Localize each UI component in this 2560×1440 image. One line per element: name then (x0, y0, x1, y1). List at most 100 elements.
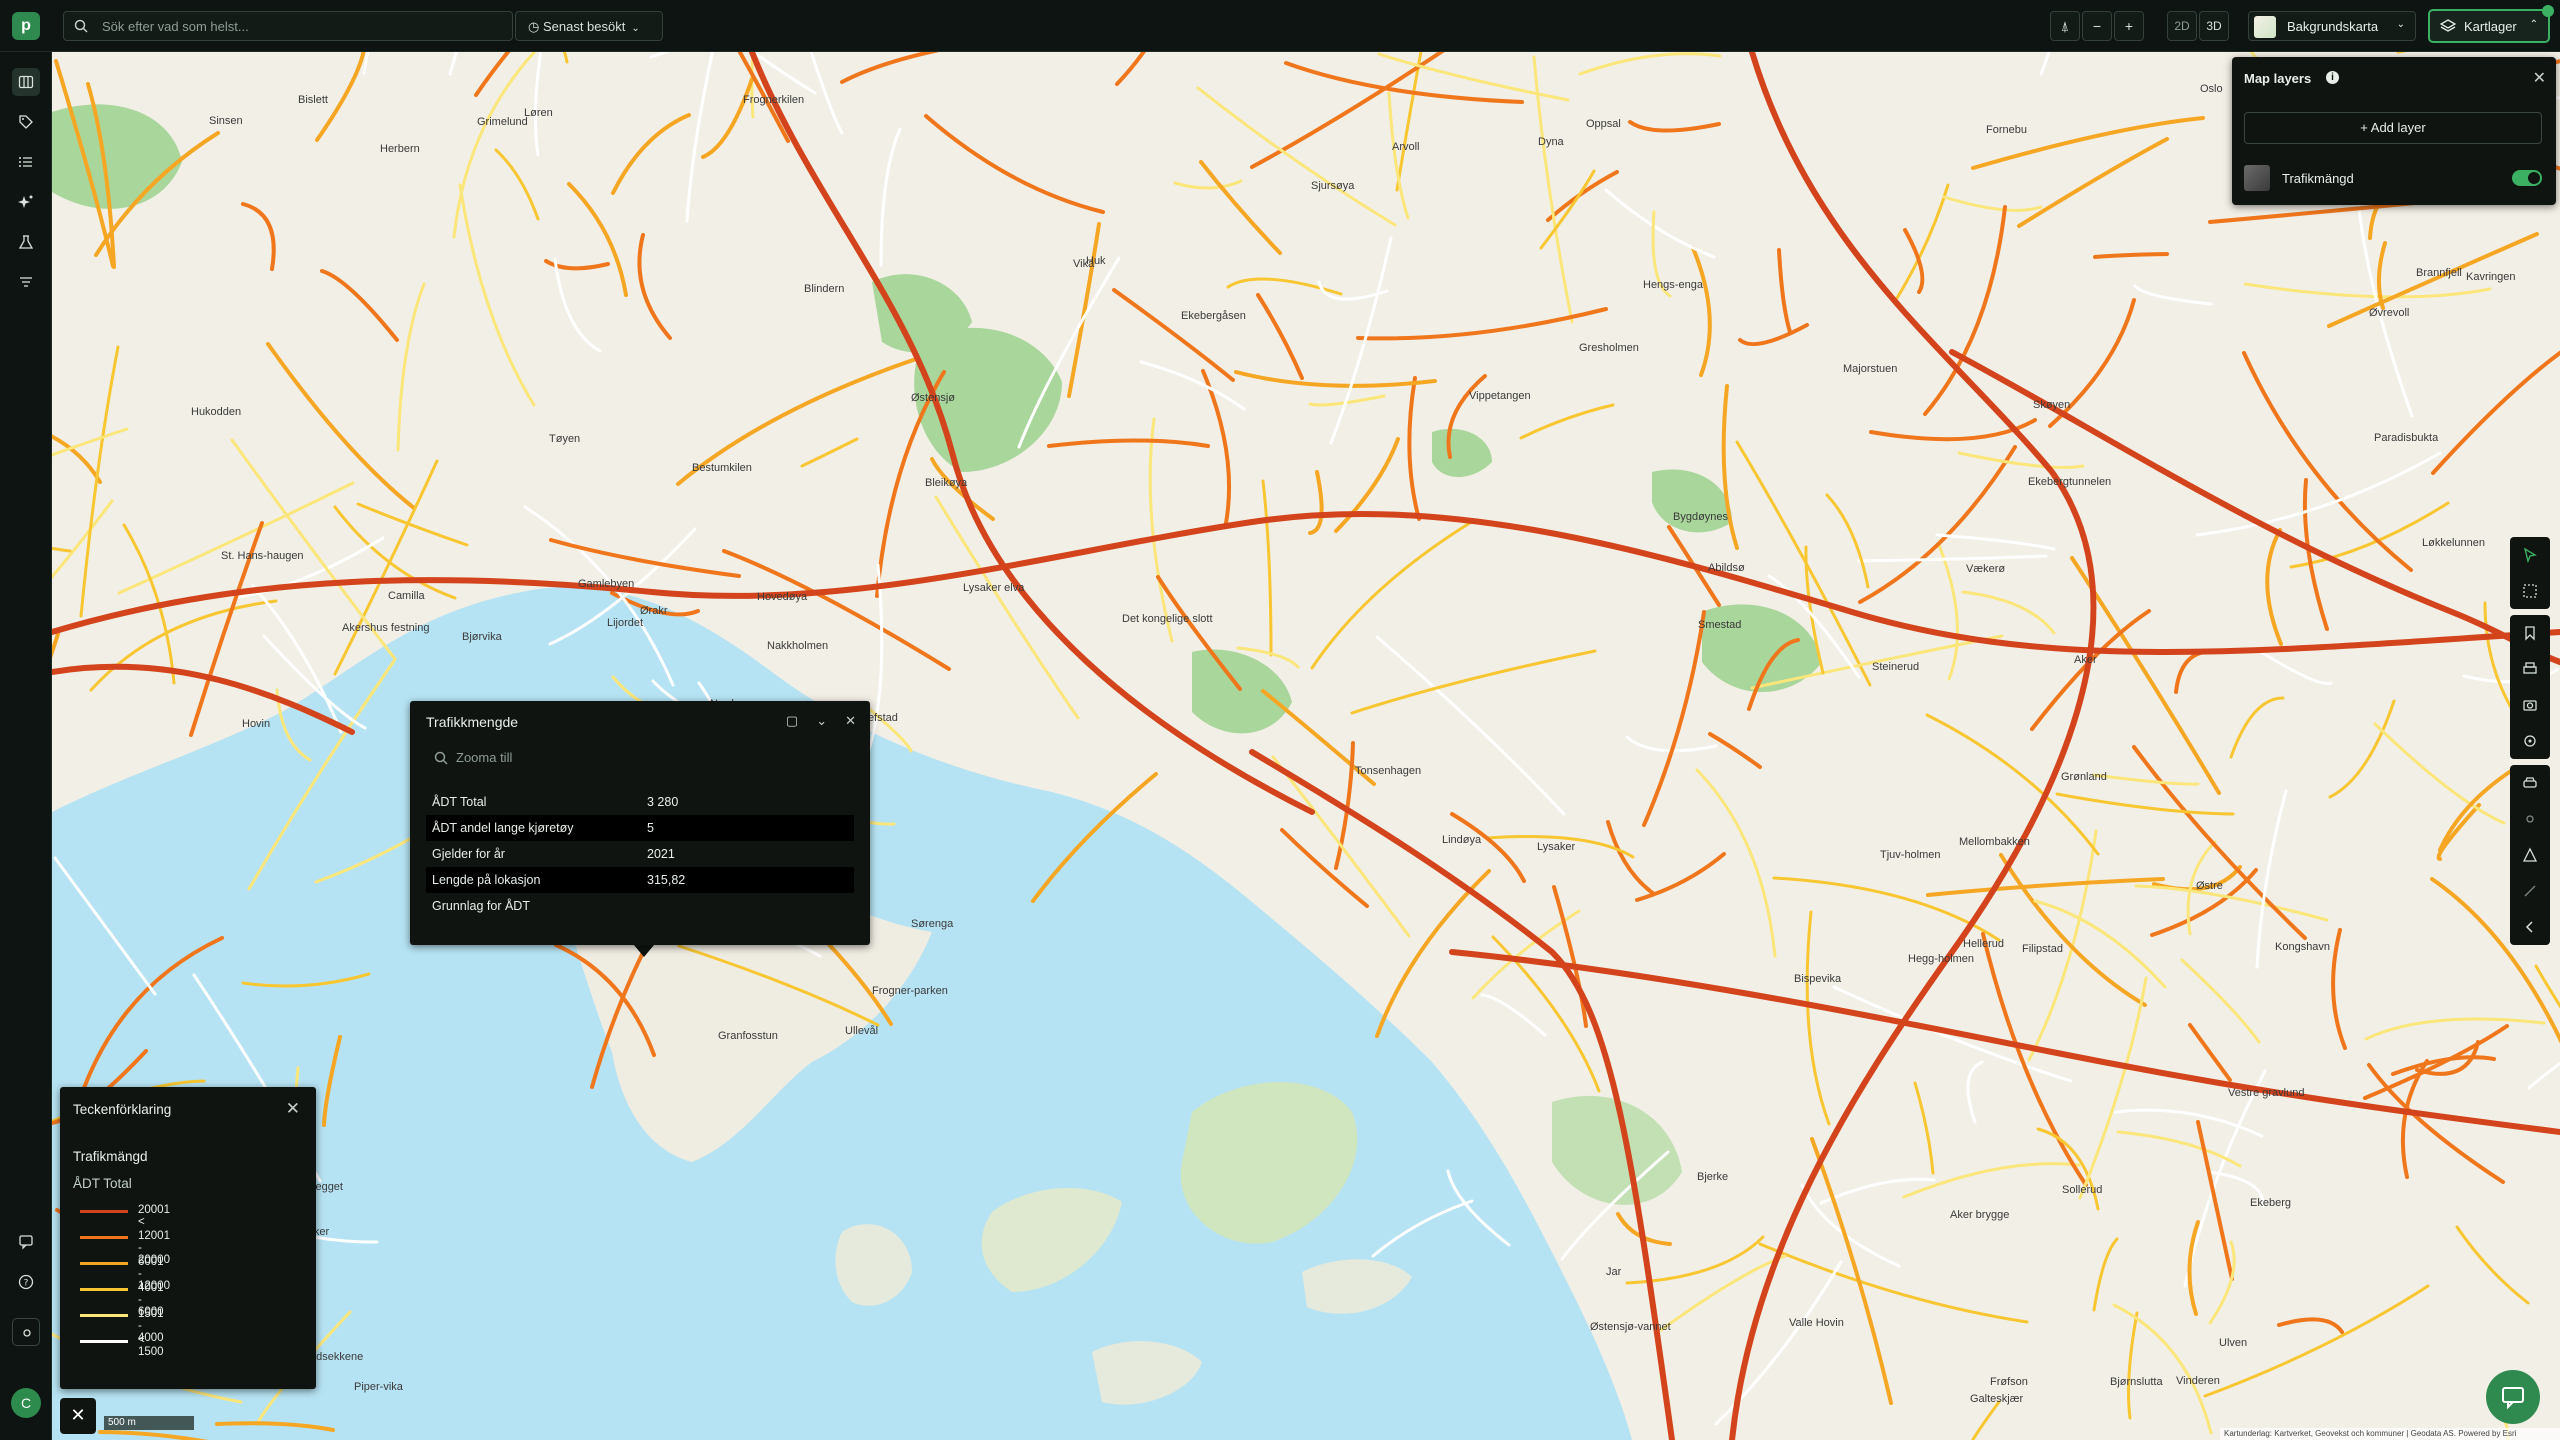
chat-icon (2502, 1387, 2524, 1410)
place-label: Oslo (2200, 83, 2223, 95)
table-row: ÅDT Total 3 280 (426, 789, 854, 815)
place-label: Skøyen (2033, 399, 2070, 411)
draw-tool-button[interactable] (2510, 873, 2550, 909)
layer-visibility-toggle[interactable] (2512, 170, 2542, 186)
sidebar-item-list[interactable] (12, 148, 40, 176)
place-label: Ekeberg (2250, 1197, 2291, 1209)
chat-button[interactable] (2486, 1370, 2540, 1424)
sidebar-item-tags[interactable] (12, 108, 40, 136)
zoom-controls: ⍋ − + (2050, 11, 2144, 41)
sidebar-item-filter[interactable] (12, 268, 40, 296)
dock-icon[interactable]: ▢ (786, 713, 798, 729)
place-label: Sollerud (2062, 1184, 2102, 1196)
background-map-button[interactable]: Bakgrundskarta ⌄ (2248, 11, 2416, 41)
locate-icon (2524, 735, 2536, 747)
sidebar-item-ai[interactable] (12, 188, 40, 216)
app-logo[interactable]: p (12, 12, 40, 40)
place-label: Mellombakken (1959, 836, 2030, 848)
zoom-out-button[interactable]: − (2082, 11, 2112, 41)
place-label: Østre (2196, 880, 2223, 892)
box-select-icon (2523, 584, 2537, 598)
print-button[interactable] (2510, 651, 2550, 687)
layer-row[interactable]: Trafikmängd (2244, 163, 2542, 193)
map-icon (18, 75, 34, 89)
legend-label: 20001 < (138, 1204, 170, 1228)
zoom-to-label: Zooma till (456, 750, 513, 765)
close-icon[interactable]: ✕ (286, 1099, 300, 1119)
add-layer-button[interactable]: + Add layer (2244, 112, 2542, 144)
layers-panel-title: Map layers (2244, 71, 2312, 86)
view-3d-button[interactable]: 3D (2199, 11, 2229, 41)
place-label: St. Hans-haugen (221, 550, 304, 562)
sidebar-item-lab[interactable] (12, 228, 40, 256)
place-label: Sørenga (911, 918, 954, 930)
locate-button[interactable] (2510, 723, 2550, 759)
car-tool-button[interactable] (2510, 765, 2550, 801)
recent-dropdown[interactable]: ◷ Senast besökt ⌄ (515, 11, 663, 41)
pointer-icon (2523, 547, 2537, 563)
collapse-toolbar-button[interactable] (2510, 909, 2550, 945)
zoom-to-button[interactable]: Zooma till (422, 744, 858, 772)
search-input[interactable]: Sök efter vad som helst... (102, 19, 249, 34)
legend-panel: Teckenförklaring ✕ Trafikmängd ÅDT Total… (60, 1087, 316, 1389)
sun-tool-button[interactable] (2510, 801, 2550, 837)
sidebar-item-feedback[interactable] (12, 1228, 40, 1256)
zoom-in-button[interactable]: + (2114, 11, 2144, 41)
place-label: Grønland (2061, 771, 2107, 783)
place-label: Vækerø (1966, 563, 2005, 575)
workspace-icon (23, 1329, 31, 1337)
chevron-down-icon[interactable]: ⌄ (816, 713, 827, 729)
place-label: Tjuv-holmen (1880, 849, 1941, 861)
sidebar-item-map[interactable] (12, 68, 40, 96)
place-label: Frøfson (1990, 1376, 2028, 1388)
clear-selection-button[interactable]: ✕ (60, 1398, 96, 1434)
sidebar-item-workspace[interactable] (12, 1318, 40, 1346)
view-2d-button[interactable]: 2D (2167, 11, 2197, 41)
search-box[interactable]: Sök efter vad som helst... (63, 11, 513, 41)
place-label: Østensjø (911, 392, 955, 404)
place-label: Hegg-holmen (1908, 953, 1974, 965)
legend-swatch (80, 1262, 128, 1265)
map-layers-panel: Map layers i ✕ + Add layer Trafikmängd (2232, 57, 2556, 205)
active-indicator (2542, 5, 2554, 17)
compass-icon: ⍋ (2060, 18, 2070, 34)
select-tool-button[interactable] (2510, 537, 2550, 573)
attribute-key: ÅDT andel lange kjøretøy (426, 815, 641, 841)
table-row: ÅDT andel lange kjøretøy 5 (426, 815, 854, 841)
left-sidebar: ? C (0, 52, 52, 1440)
close-icon[interactable]: ✕ (845, 713, 856, 729)
flask-icon (18, 235, 34, 249)
info-icon[interactable]: i (2326, 71, 2339, 84)
layer-name: Trafikmängd (2282, 171, 2354, 186)
place-label: Jar (1606, 1266, 1622, 1278)
bookmark-button[interactable] (2510, 615, 2550, 651)
place-label: Frogner-parken (872, 985, 948, 997)
measure-tool-button[interactable] (2510, 837, 2550, 873)
right-toolbar (2510, 537, 2550, 951)
chevron-up-icon: ⌃ (2529, 19, 2538, 30)
user-avatar[interactable]: C (11, 1388, 41, 1418)
list-icon (19, 157, 32, 167)
attribute-table: ÅDT Total 3 280 ÅDT andel lange kjøretøy 5… (426, 789, 854, 919)
place-label: Bygdøynes (1673, 511, 1729, 523)
map-layers-button[interactable]: Kartlager ⌃ (2428, 5, 2554, 43)
close-icon[interactable]: ✕ (2533, 68, 2546, 88)
place-label: Kongshavn (2275, 941, 2330, 953)
attribute-value (641, 893, 854, 919)
place-label: Nakkholmen (767, 640, 828, 652)
place-label: Grimelund (477, 116, 528, 128)
place-label: Ulven (2219, 1337, 2247, 1349)
place-label: Bislett (298, 94, 328, 106)
place-label: Ekebergåsen (1181, 310, 1246, 322)
legend-layer-name: Trafikmängd (73, 1149, 148, 1164)
place-label: Aker (2074, 654, 2097, 666)
top-bar: p Sök efter vad som helst... ◷ Senast be… (0, 0, 2560, 52)
sidebar-item-help[interactable]: ? (12, 1268, 40, 1296)
search-icon (434, 751, 448, 765)
screenshot-button[interactable] (2510, 687, 2550, 723)
legend-swatch (80, 1210, 128, 1213)
help-icon: ? (18, 1274, 34, 1290)
box-select-tool-button[interactable] (2510, 573, 2550, 609)
compass-button[interactable]: ⍋ (2050, 11, 2080, 41)
place-label: Lysaker elva (963, 582, 1025, 594)
